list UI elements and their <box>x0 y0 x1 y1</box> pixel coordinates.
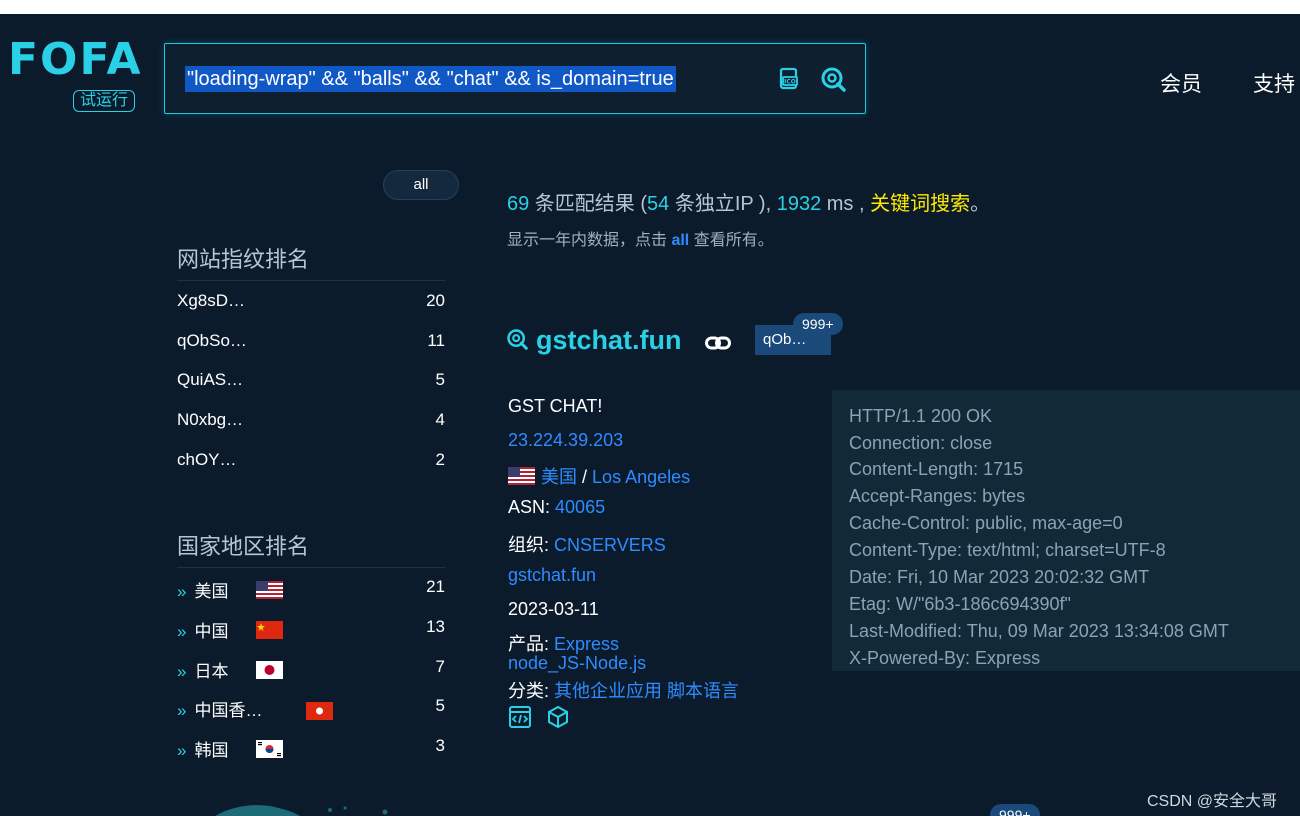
count-badge: 999+ <box>793 313 843 335</box>
divider <box>177 567 445 568</box>
product-link[interactable]: node_JS-Node.js <box>508 653 646 674</box>
org-link[interactable]: CNSERVERS <box>554 535 666 555</box>
svg-text:ICO: ICO <box>784 79 796 86</box>
org-row: 组织: CNSERVERS <box>508 535 666 555</box>
http-header-line: X-Powered-By: Express <box>849 648 1041 668</box>
http-header-line: Content-Length: 1715 <box>849 459 1024 479</box>
country-rank-item[interactable]: » 韩国 3 <box>177 736 445 762</box>
category-link[interactable]: 其他企业应用 <box>554 681 662 701</box>
kr-flag-icon <box>256 740 283 758</box>
browser-top-strip <box>0 0 1300 14</box>
http-response-panel[interactable]: HTTP/1.1 200 OK Connection: close Conten… <box>832 390 1300 671</box>
world-map-graphic <box>215 805 388 816</box>
domain-link[interactable]: gstchat.fun <box>508 565 596 586</box>
http-header-line: Accept-Ranges: bytes <box>849 486 1026 506</box>
fingerprint-rank-item[interactable]: qObSo… 11 <box>177 331 445 357</box>
fingerprint-rank-item[interactable]: Xg8sD… 20 <box>177 291 445 317</box>
http-header-line: Connection: close <box>849 433 993 453</box>
fingerprint-rank-item[interactable]: QuiAS… 5 <box>177 370 445 396</box>
category-link[interactable]: 脚本语言 <box>667 681 739 701</box>
watermark: CSDN @安全大哥 <box>1147 793 1278 810</box>
logo-badge: 试运行 <box>73 90 136 112</box>
keyword-search-link[interactable]: 关键词搜索 <box>870 193 970 215</box>
logo-text: FOFA <box>8 34 143 85</box>
fingerprint-rank-item[interactable]: chOY… 2 <box>177 450 445 476</box>
link-icon[interactable] <box>705 326 732 357</box>
http-header-line: HTTP/1.1 200 OK <box>849 406 993 426</box>
result-host-link[interactable]: gstchat.fun <box>506 325 732 357</box>
show-all-link[interactable]: all <box>671 232 689 249</box>
asn-link[interactable]: 40065 <box>555 497 605 517</box>
fingerprint-rank-title: 网站指纹排名 <box>177 247 310 272</box>
jp-flag-icon <box>256 661 283 679</box>
count-badge: 999+ <box>990 804 1040 816</box>
http-header-line: Etag: W/"6b3-186c694390f" <box>849 594 1071 614</box>
http-header-line: Cache-Control: public, max-age=0 <box>849 513 1123 533</box>
chevron-right-icon: » <box>177 662 187 681</box>
nav-support[interactable]: 支持 <box>1253 68 1295 98</box>
country-rank-item[interactable]: » 中国香… 5 <box>177 696 445 722</box>
us-flag-icon <box>508 467 535 485</box>
fingerprint-rank-item[interactable]: N0xbg… 4 <box>177 410 445 436</box>
country-rank-title: 国家地区排名 <box>177 534 310 559</box>
divider <box>177 280 445 281</box>
result-actions <box>508 705 569 734</box>
page-title: GST CHAT! <box>508 396 603 416</box>
location: 美国 / Los Angeles <box>508 463 690 489</box>
chevron-right-icon: » <box>177 741 187 760</box>
result-date: 2023-03-11 <box>508 599 599 619</box>
asn-row: ASN: 40065 <box>508 497 606 517</box>
nav-member[interactable]: 会员 <box>1160 68 1202 98</box>
results-sub-summary: 显示一年内数据，点击 all 查看所有。 <box>507 232 774 249</box>
chevron-right-icon: » <box>177 701 187 720</box>
country-link[interactable]: 美国 <box>541 467 577 487</box>
cube-icon[interactable] <box>547 705 569 734</box>
search-bar[interactable]: "loading-wrap" && "balls" && "chat" && i… <box>164 43 866 114</box>
country-rank-item[interactable]: » 日本 7 <box>177 657 445 683</box>
category-row: 分类: 其他企业应用 脚本语言 <box>508 681 740 701</box>
cn-flag-icon <box>256 621 283 639</box>
country-rank-item[interactable]: » 中国 13 <box>177 617 445 643</box>
search-icon[interactable] <box>820 66 846 92</box>
results-summary: 69 条匹配结果 (54 条独立IP ), 1932 ms , 关键词搜索。 <box>507 193 991 215</box>
ip-link[interactable]: 23.224.39.203 <box>508 430 623 451</box>
chevron-right-icon: » <box>177 582 187 601</box>
search-icon <box>506 326 528 357</box>
file-search-icon[interactable]: ICO <box>777 66 803 92</box>
all-filter-button[interactable]: all <box>383 170 459 200</box>
http-header-line: Last-Modified: Thu, 09 Mar 2023 13:34:08… <box>849 621 1229 641</box>
http-header-line: Date: Fri, 10 Mar 2023 20:02:32 GMT <box>849 567 1150 587</box>
code-icon[interactable] <box>508 705 532 734</box>
product-link[interactable]: Express <box>554 634 619 654</box>
search-input[interactable]: "loading-wrap" && "balls" && "chat" && i… <box>185 66 676 92</box>
chevron-right-icon: » <box>177 622 187 641</box>
us-flag-icon <box>256 581 283 599</box>
hk-flag-icon <box>306 702 333 720</box>
country-rank-item[interactable]: » 美国 21 <box>177 577 445 603</box>
http-header-line: Content-Type: text/html; charset=UTF-8 <box>849 540 1166 560</box>
city-link[interactable]: Los Angeles <box>592 467 690 487</box>
